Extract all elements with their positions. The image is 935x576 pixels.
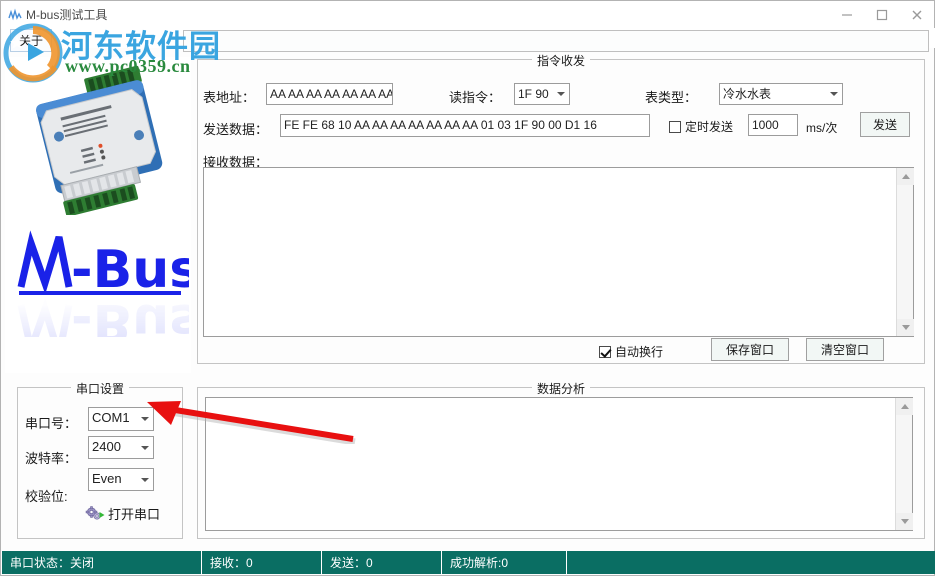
- chevron-down-icon: [141, 478, 149, 482]
- svg-text:-Bus: -Bus: [71, 292, 189, 337]
- mbus-logo: -Bus -Bus: [13, 227, 189, 337]
- baud-select[interactable]: 2400: [88, 436, 154, 459]
- title-bar: M-bus测试工具: [1, 1, 934, 28]
- open-port-button[interactable]: 打开串口: [85, 504, 160, 523]
- meter-type-value: 冷水水表: [723, 87, 771, 101]
- app-icon: [8, 8, 22, 22]
- open-port-label: 打开串口: [108, 504, 160, 523]
- timed-send-label: 定时发送: [685, 118, 733, 135]
- read-command-select[interactable]: 1F 90: [514, 83, 570, 105]
- chevron-down-icon: [557, 92, 565, 96]
- baud-label: 波特率：: [25, 448, 77, 467]
- window-title: M-bus测试工具: [26, 6, 107, 23]
- scroll-down-icon[interactable]: [896, 513, 913, 530]
- interval-input[interactable]: 1000: [748, 114, 798, 136]
- clear-window-button[interactable]: 清空窗口: [806, 338, 884, 361]
- app-window: M-bus测试工具 关于: [0, 0, 935, 576]
- parity-label: 校验位:: [25, 486, 68, 505]
- timed-send-checkbox[interactable]: 定时发送: [669, 118, 733, 135]
- status-sent: 发送：0: [322, 551, 442, 574]
- product-image-panel: -Bus -Bus: [5, 57, 191, 373]
- analysis-scrollbar[interactable]: [895, 398, 912, 530]
- analysis-group-title: 数据分析: [532, 380, 590, 397]
- port-label: 串口号：: [25, 413, 77, 432]
- receive-data-content: [204, 168, 896, 336]
- minimize-icon[interactable]: [829, 1, 864, 28]
- mbus-converter-photo: [15, 65, 183, 215]
- toolbar-strip: [183, 30, 929, 52]
- port-select[interactable]: COM1: [88, 407, 154, 431]
- send-data-input[interactable]: FE FE 68 10 AA AA AA AA AA AA AA 01 03 1…: [280, 114, 650, 137]
- read-command-label: 读指令：: [449, 87, 501, 106]
- auto-wrap-checkbox-box: [599, 346, 611, 358]
- scrollbar-track[interactable]: [896, 415, 912, 513]
- receive-data-scrollbar[interactable]: [896, 168, 913, 336]
- scroll-down-icon[interactable]: [897, 319, 914, 336]
- status-received: 接收：0: [202, 551, 322, 574]
- auto-wrap-label: 自动换行: [615, 343, 663, 360]
- port-value: COM1: [92, 410, 130, 425]
- baud-value: 2400: [92, 439, 121, 454]
- menu-item-about[interactable]: 关于: [10, 29, 52, 52]
- command-group-title: 指令收发: [532, 52, 590, 69]
- status-port-state: 串口状态：关闭: [2, 551, 202, 574]
- chevron-down-icon: [830, 92, 838, 96]
- analysis-content: [206, 398, 895, 530]
- window-controls: [829, 1, 934, 28]
- close-icon[interactable]: [899, 1, 934, 28]
- send-button[interactable]: 发送: [860, 112, 910, 137]
- status-bar: 串口状态：关闭 接收：0 发送：0 成功解析:0: [2, 551, 935, 574]
- save-window-button[interactable]: 保存窗口: [711, 338, 789, 361]
- chevron-down-icon: [141, 446, 149, 450]
- timed-send-checkbox-box: [669, 121, 681, 133]
- gear-play-icon: [85, 505, 105, 523]
- maximize-icon[interactable]: [864, 1, 899, 28]
- scrollbar-track[interactable]: [897, 185, 913, 319]
- parity-select[interactable]: Even: [88, 468, 154, 491]
- receive-data-textarea[interactable]: [203, 167, 914, 337]
- meter-type-label: 表类型：: [645, 87, 697, 106]
- meter-address-input[interactable]: AA AA AA AA AA AA AA: [266, 83, 393, 105]
- status-parsed: 成功解析:0: [442, 551, 567, 574]
- analysis-textarea[interactable]: [205, 397, 913, 531]
- scroll-up-icon[interactable]: [896, 398, 913, 415]
- interval-unit-label: ms/次: [806, 119, 837, 136]
- send-data-label: 发送数据：: [203, 119, 268, 138]
- parity-value: Even: [92, 471, 122, 486]
- read-command-value: 1F 90: [518, 87, 549, 101]
- status-extra: [567, 551, 935, 574]
- scroll-up-icon[interactable]: [897, 168, 914, 185]
- chevron-down-icon: [141, 417, 149, 421]
- meter-address-label: 表地址：: [203, 87, 255, 106]
- meter-type-select[interactable]: 冷水水表: [719, 83, 843, 105]
- serial-group-title: 串口设置: [71, 380, 129, 397]
- auto-wrap-checkbox[interactable]: 自动换行: [599, 343, 663, 360]
